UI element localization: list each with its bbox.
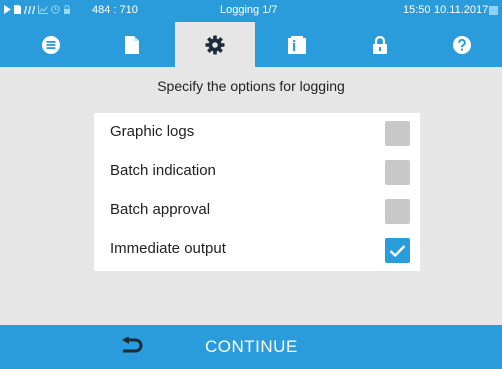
status-icons [4, 5, 71, 17]
gear-icon [205, 35, 225, 54]
tab-settings[interactable] [175, 22, 255, 67]
logging-options-list: Graphic logs Batch indication Batch appr… [94, 113, 420, 271]
continue-button[interactable]: CONTINUE [0, 325, 502, 369]
help-icon [453, 35, 471, 54]
tab-help[interactable] [422, 22, 502, 67]
return-arrow-icon [122, 337, 143, 353]
list-icon [42, 35, 60, 54]
play-icon [4, 5, 11, 17]
graphic-logs-checkbox[interactable] [385, 121, 410, 146]
batch-approval-checkbox[interactable] [385, 199, 410, 224]
document-small-icon [14, 5, 21, 17]
footer-bar: CONTINUE [0, 325, 502, 369]
lock-small-icon [63, 5, 71, 17]
option-label: Graphic logs [110, 123, 195, 140]
tab-lock[interactable] [340, 22, 420, 67]
checkmark-icon [389, 244, 406, 257]
option-immediate-output[interactable]: Immediate output [94, 230, 420, 270]
option-label: Batch approval [110, 201, 211, 218]
option-batch-indication[interactable]: Batch indication [94, 152, 420, 192]
status-date: 10.11.2017 [434, 4, 489, 16]
option-label: Batch indication [110, 162, 216, 179]
clock-icon [51, 5, 60, 17]
document-icon [125, 35, 139, 54]
main-content: Specify the options for logging Graphic … [0, 67, 502, 325]
option-graphic-logs[interactable]: Graphic logs [94, 113, 420, 153]
status-bar: 484 : 710 Logging 1/7 15:50 10.11.2017 [0, 0, 502, 22]
info-card-icon [288, 35, 306, 54]
chart-icon [38, 5, 48, 17]
page-prompt: Specify the options for logging [157, 78, 345, 94]
screen-title: Logging 1/7 [220, 4, 278, 16]
lock-icon [373, 35, 387, 54]
option-label: Immediate output [110, 240, 226, 257]
tab-menu[interactable] [11, 22, 91, 67]
tab-bar [0, 22, 502, 67]
status-coordinates: 484 : 710 [92, 4, 138, 16]
status-indicator [489, 6, 498, 15]
immediate-output-checkbox[interactable] [385, 238, 410, 263]
tab-documents[interactable] [92, 22, 172, 67]
batch-indication-checkbox[interactable] [385, 160, 410, 185]
continue-label: CONTINUE [205, 337, 298, 356]
status-time: 15:50 [403, 4, 431, 16]
option-batch-approval[interactable]: Batch approval [94, 191, 420, 231]
steam-icon [24, 5, 35, 17]
tab-info[interactable] [257, 22, 337, 67]
